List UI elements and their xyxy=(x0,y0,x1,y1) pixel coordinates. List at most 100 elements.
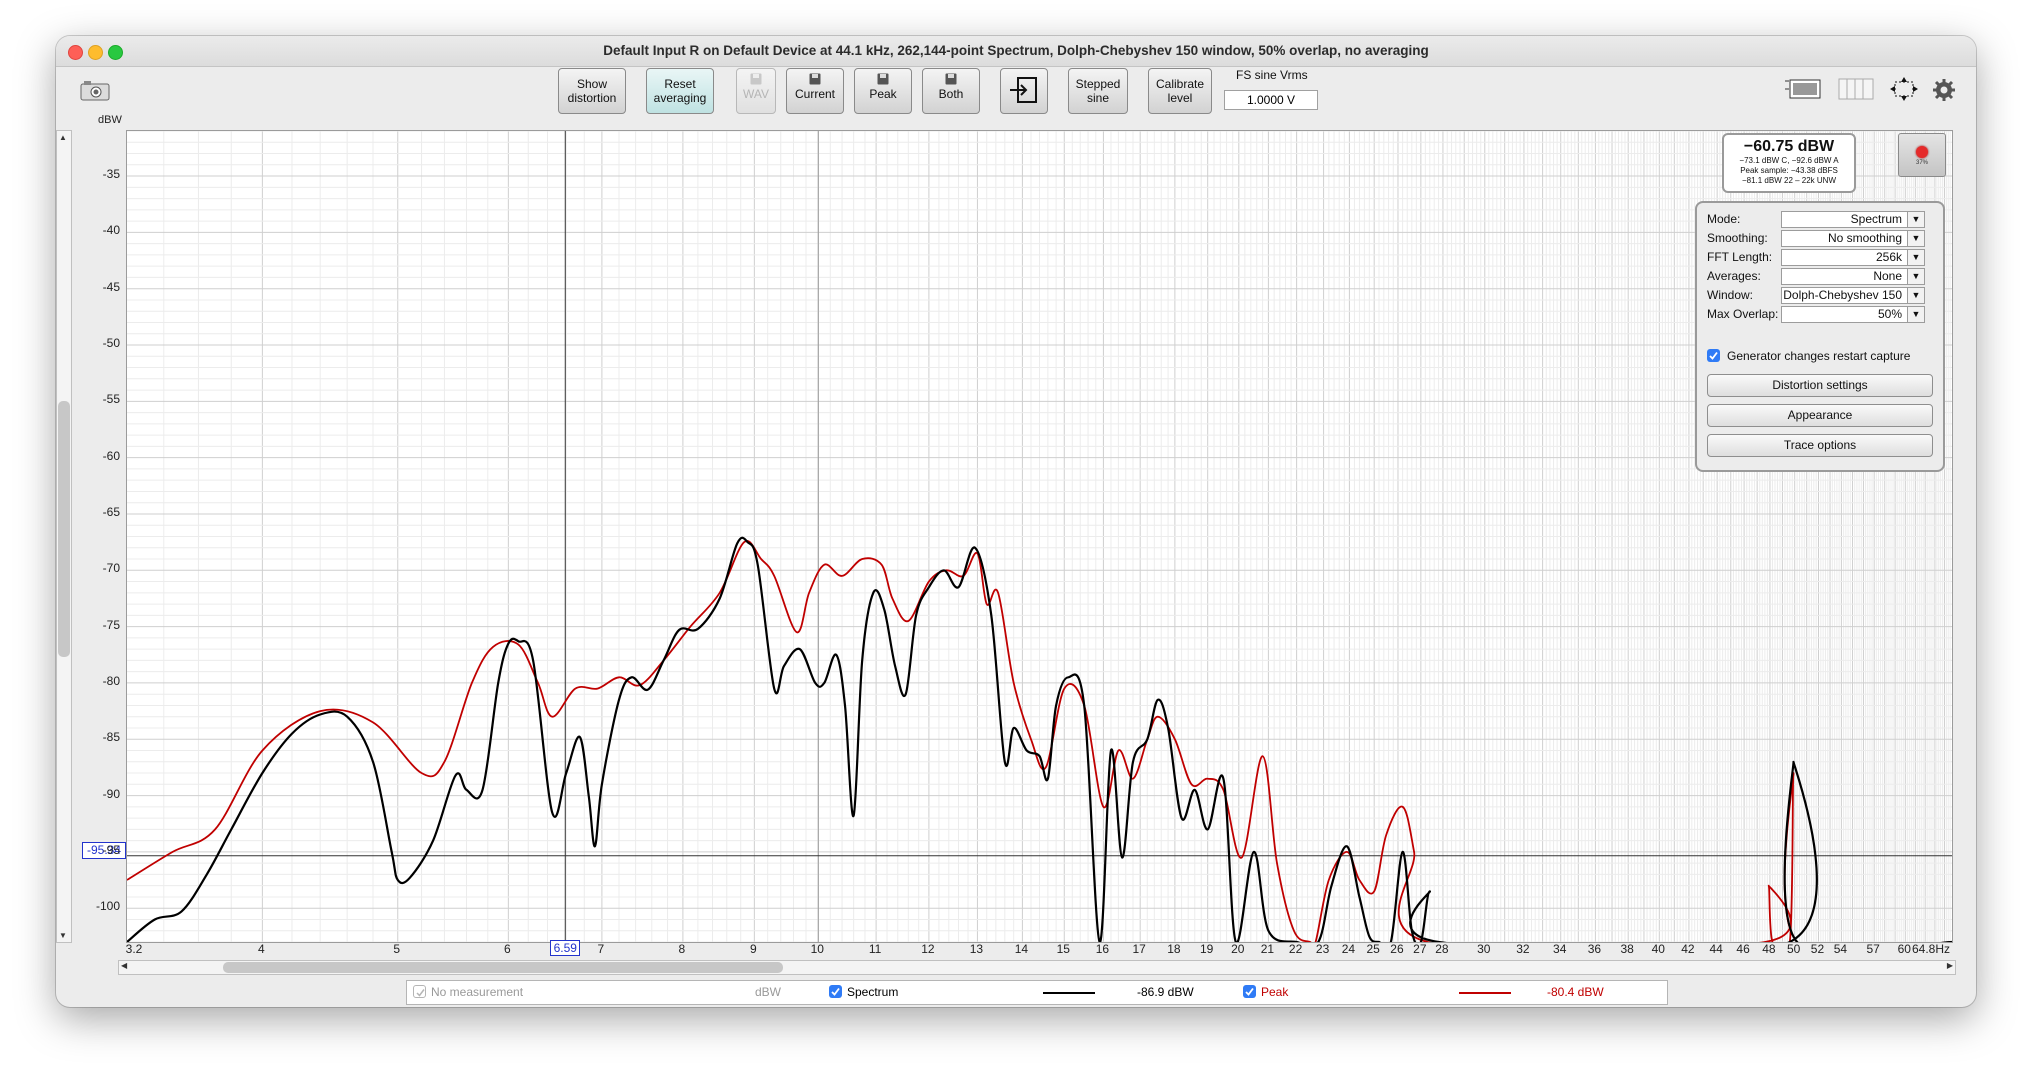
spectrum-plot[interactable] xyxy=(126,130,1953,959)
y-tick-label: -90 xyxy=(102,786,120,801)
x-tick-label: 46 xyxy=(1736,942,1750,956)
scroll-left-arrow-icon[interactable]: ◀ xyxy=(121,961,127,970)
no-measurement-label: No measurement xyxy=(431,985,524,999)
y-tick-label: -45 xyxy=(102,279,120,294)
chevron-down-icon: ▼ xyxy=(1907,231,1924,246)
x-tick-label: 24 xyxy=(1341,942,1356,956)
save-peak-button[interactable]: Peak xyxy=(854,68,912,114)
panel-select-4[interactable]: Dolph-Chebyshev 150 ▼ xyxy=(1781,287,1925,304)
fs-sine-label: FS sine Vrms xyxy=(1236,68,1308,82)
save-both-button[interactable]: Both xyxy=(922,68,980,114)
x-tick-label: 16 xyxy=(1095,942,1110,956)
chevron-down-icon: ▼ xyxy=(1907,250,1924,265)
generator-restart-checkbox[interactable] xyxy=(1707,349,1720,362)
x-tick-label: 28 xyxy=(1435,942,1449,956)
save-wav-button[interactable]: WAV xyxy=(736,68,776,114)
x-tick-label: 17 xyxy=(1132,942,1146,956)
x-tick-label: 26 xyxy=(1390,942,1404,956)
y-tick-label: -40 xyxy=(102,223,120,238)
x-tick-label: 10 xyxy=(810,942,824,956)
x-tick-label: 12 xyxy=(921,942,935,956)
appearance-button[interactable]: Appearance xyxy=(1707,404,1933,427)
spectrum-checkbox[interactable] xyxy=(829,985,842,998)
y-unit-label: dBW xyxy=(98,114,122,126)
horizontal-scrollbar[interactable]: ◀ ▶ xyxy=(118,960,1956,975)
show-distortion-button[interactable]: Show distortion xyxy=(558,68,626,114)
x-tick-label: 30 xyxy=(1477,942,1491,956)
legend-unit: dBW xyxy=(755,985,782,999)
panel-select-5[interactable]: 50% ▼ xyxy=(1781,306,1925,323)
title-bar: Default Input R on Default Device at 44.… xyxy=(56,36,1976,67)
no-measurement-checkbox[interactable] xyxy=(413,985,426,998)
trace-options-button[interactable]: Trace options xyxy=(1707,434,1933,457)
level-meter-button[interactable]: 37% xyxy=(1898,133,1946,177)
panel-select-1[interactable]: No smoothing ▼ xyxy=(1781,230,1925,247)
settings-gear-icon[interactable] xyxy=(1932,78,1956,102)
scroll-up-arrow-icon[interactable]: ▲ xyxy=(59,133,67,142)
app-window: Default Input R on Default Device at 44.… xyxy=(56,36,1976,1007)
peak-checkbox[interactable] xyxy=(1243,985,1256,998)
y-tick-label: -80 xyxy=(102,673,120,688)
panel-label-3: Averages: xyxy=(1707,269,1761,283)
level-readout: −60.75 dBW −73.1 dBW C, −92.6 dBW A Peak… xyxy=(1722,133,1856,193)
y-tick-label: -55 xyxy=(102,392,120,407)
x-tick-label: 52 xyxy=(1810,942,1825,956)
disk-icon xyxy=(877,73,889,85)
columns-view-icon[interactable] xyxy=(1838,76,1874,102)
fit-view-icon[interactable] xyxy=(1888,76,1920,102)
save-current-button[interactable]: Current xyxy=(786,68,844,114)
x-tick-label: 57 xyxy=(1866,942,1880,956)
panel-select-2[interactable]: 256k ▼ xyxy=(1781,249,1925,266)
horizontal-scroll-thumb[interactable] xyxy=(223,962,783,973)
x-tick-label: 32 xyxy=(1516,942,1530,956)
spectrum-value: -86.9 dBW xyxy=(1137,985,1194,999)
x-tick-label: 5 xyxy=(393,942,401,956)
panel-label-0: Mode: xyxy=(1707,212,1741,226)
controls-panel: Mode: Spectrum ▼ Smoothing: No smoothing ▼ FFT… xyxy=(1695,201,1945,472)
vertical-scrollbar[interactable]: ▲ ▼ xyxy=(56,130,72,943)
x-tick-label: 54 xyxy=(1833,942,1848,956)
disk-icon xyxy=(809,73,821,85)
panel-select-0[interactable]: Spectrum ▼ xyxy=(1781,211,1925,228)
readout-unweighted-level: −81.1 dBW 22 – 22k UNW xyxy=(1741,176,1837,185)
export-button[interactable] xyxy=(1000,68,1048,114)
scroll-right-arrow-icon[interactable]: ▶ xyxy=(1947,961,1953,970)
calibrate-level-button[interactable]: Calibrate level xyxy=(1148,68,1212,114)
x-tick-label: 20 xyxy=(1231,942,1245,956)
x-tick-label: 14 xyxy=(1014,942,1029,956)
generator-restart-label: Generator changes restart capture xyxy=(1727,349,1911,363)
vertical-scroll-thumb[interactable] xyxy=(58,401,70,657)
panel-label-2: FFT Length: xyxy=(1707,250,1773,264)
spectrum-line-swatch xyxy=(1043,992,1095,994)
checkmark-icon xyxy=(1245,987,1254,996)
x-tick-label: 19 xyxy=(1199,942,1214,956)
graph-view-icon[interactable] xyxy=(1784,76,1824,102)
x-tick-label: 15 xyxy=(1056,942,1070,956)
x-tick-label: 64.8Hz xyxy=(1911,942,1951,956)
fs-sine-input[interactable]: 1.0000 V xyxy=(1224,90,1318,110)
meter-percent: 37% xyxy=(1915,160,1928,166)
reset-averaging-button[interactable]: Reset averaging xyxy=(646,68,714,114)
export-icon xyxy=(1010,77,1037,103)
panel-label-5: Max Overlap: xyxy=(1707,307,1779,321)
x-tick-label: 18 xyxy=(1167,942,1181,956)
x-tick-label: 60 xyxy=(1897,942,1911,956)
chevron-down-icon: ▼ xyxy=(1907,288,1924,303)
scroll-down-arrow-icon[interactable]: ▼ xyxy=(59,931,67,940)
y-tick-label: -70 xyxy=(102,561,120,576)
stepped-sine-button[interactable]: Stepped sine xyxy=(1068,68,1128,114)
x-tick-label: 22 xyxy=(1288,942,1303,956)
window-title: Default Input R on Default Device at 44.… xyxy=(603,43,1429,58)
camera-icon[interactable] xyxy=(80,80,110,102)
x-tick-label: 34 xyxy=(1553,942,1567,956)
x-tick-label: 27 xyxy=(1413,942,1427,956)
panel-label-4: Window: xyxy=(1707,288,1754,302)
checkmark-icon xyxy=(416,989,425,997)
distortion-settings-button[interactable]: Distortion settings xyxy=(1707,374,1933,397)
x-tick-label: 13 xyxy=(969,942,984,956)
y-tick-label: -100 xyxy=(95,899,120,914)
x-tick-label: 25 xyxy=(1366,942,1380,956)
panel-select-3[interactable]: None ▼ xyxy=(1781,268,1925,285)
y-tick-label: -65 xyxy=(102,504,120,519)
chevron-down-icon: ▼ xyxy=(1907,307,1924,322)
